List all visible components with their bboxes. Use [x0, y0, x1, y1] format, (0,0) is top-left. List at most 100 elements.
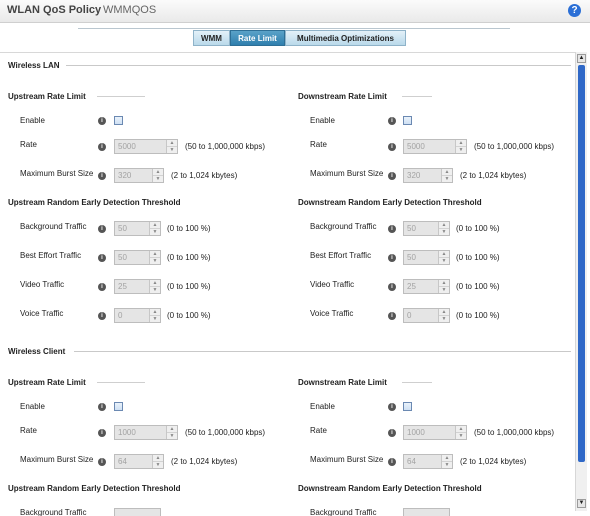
info-icon[interactable]: i	[98, 429, 106, 437]
upstream-rate-limit-title: Upstream Rate Limit	[8, 92, 86, 101]
section-divider	[74, 351, 571, 352]
downstream-rate-spinner[interactable]: 5000 ▲ ▼	[403, 139, 467, 154]
info-icon[interactable]: i	[388, 254, 396, 262]
percent-hint: (0 to 100 %)	[456, 282, 500, 291]
spin-down-icon[interactable]: ▼	[456, 432, 466, 439]
upstream-burst-spinner[interactable]: 320 ▲ ▼	[114, 168, 164, 183]
upstream-background-spinner[interactable]: 50 ▲ ▼	[114, 221, 161, 236]
downstream-background-spinner[interactable]: 50 ▲ ▼	[403, 221, 450, 236]
upstream-voice-spinner[interactable]: 0 ▲ ▼	[114, 308, 161, 323]
background-traffic-label: Background Traffic	[20, 222, 87, 231]
spin-down-icon[interactable]: ▼	[439, 257, 449, 264]
upstream-video-spinner[interactable]: 25 ▲ ▼	[114, 279, 161, 294]
spin-down-icon[interactable]: ▼	[167, 432, 177, 439]
percent-hint: (0 to 100 %)	[167, 282, 211, 291]
upstream-enable-checkbox[interactable]	[114, 116, 123, 125]
client-upstream-enable-checkbox[interactable]	[114, 402, 123, 411]
subsection-divider	[402, 96, 432, 97]
info-icon[interactable]: i	[98, 117, 106, 125]
tab-rate-limit[interactable]: Rate Limit	[230, 30, 285, 46]
client-downstream-rate-spinner[interactable]: 1000 ▲ ▼	[403, 425, 467, 440]
scroll-down-icon[interactable]: ▼	[577, 499, 586, 508]
info-icon[interactable]: i	[388, 172, 396, 180]
subsection-divider	[402, 382, 432, 383]
downstream-voice-spinner[interactable]: 0 ▲ ▼	[403, 308, 450, 323]
spin-down-icon[interactable]: ▼	[439, 228, 449, 235]
spin-down-icon[interactable]: ▼	[439, 286, 449, 293]
subsection-divider	[97, 96, 145, 97]
percent-hint: (0 to 100 %)	[456, 224, 500, 233]
upstream-best-effort-spinner[interactable]: 50 ▲ ▼	[114, 250, 161, 265]
info-icon[interactable]: i	[98, 283, 106, 291]
spinner-buttons: ▲ ▼	[166, 140, 177, 153]
downstream-rate-limit-title: Downstream Rate Limit	[298, 92, 387, 101]
spin-down-icon[interactable]: ▼	[442, 175, 452, 182]
spinner-buttons: ▲ ▼	[438, 280, 449, 293]
spin-down-icon[interactable]: ▼	[439, 315, 449, 322]
client-downstream-enable-checkbox[interactable]	[403, 402, 412, 411]
rate-label: Rate	[310, 140, 327, 149]
info-icon[interactable]: i	[98, 312, 106, 320]
info-icon[interactable]: i	[388, 429, 396, 437]
info-icon[interactable]: i	[388, 143, 396, 151]
info-icon[interactable]: i	[388, 312, 396, 320]
downstream-video-spinner[interactable]: 25 ▲ ▼	[403, 279, 450, 294]
upstream-rate-limit-title: Upstream Rate Limit	[8, 378, 86, 387]
help-icon[interactable]: ?	[568, 4, 581, 17]
info-icon[interactable]: i	[98, 225, 106, 233]
burst-hint: (2 to 1,024 kbytes)	[460, 457, 527, 466]
upstream-red-title: Upstream Random Early Detection Threshol…	[8, 484, 181, 493]
spin-down-icon[interactable]: ▼	[150, 257, 160, 264]
spin-down-icon[interactable]: ▼	[167, 146, 177, 153]
upstream-rate-spinner[interactable]: 5000 ▲ ▼	[114, 139, 178, 154]
info-icon[interactable]: i	[388, 225, 396, 233]
tab-wmm[interactable]: WMM	[193, 30, 230, 46]
downstream-enable-checkbox[interactable]	[403, 116, 412, 125]
downstream-burst-spinner[interactable]: 320 ▲ ▼	[403, 168, 453, 183]
info-icon[interactable]: i	[98, 403, 106, 411]
spinner-value: 64	[118, 457, 127, 466]
voice-traffic-label: Voice Traffic	[20, 309, 64, 318]
info-icon[interactable]: i	[388, 117, 396, 125]
spinner-value: 320	[407, 171, 421, 180]
spin-down-icon[interactable]: ▼	[153, 175, 163, 182]
spinner-buttons: ▲ ▼	[455, 426, 466, 439]
spinner-buttons: ▲ ▼	[438, 309, 449, 322]
info-icon[interactable]: i	[98, 254, 106, 262]
info-icon[interactable]: i	[98, 458, 106, 466]
info-icon[interactable]: i	[98, 172, 106, 180]
rate-label: Rate	[20, 426, 37, 435]
client-downstream-burst-spinner[interactable]: 64 ▲ ▼	[403, 454, 453, 469]
spin-down-icon[interactable]: ▼	[456, 146, 466, 153]
info-icon[interactable]: i	[388, 458, 396, 466]
spinner-buttons: ▲ ▼	[166, 426, 177, 439]
rate-hint: (50 to 1,000,000 kbps)	[474, 142, 555, 151]
scroll-up-icon[interactable]: ▲	[577, 54, 586, 63]
burst-label: Maximum Burst Size	[310, 455, 384, 464]
spin-down-icon[interactable]: ▼	[442, 461, 452, 468]
info-icon[interactable]: i	[98, 143, 106, 151]
spinner-buttons: ▲ ▼	[152, 455, 163, 468]
rate-hint: (50 to 1,000,000 kbps)	[474, 428, 555, 437]
burst-hint: (2 to 1,024 kbytes)	[460, 171, 527, 180]
percent-hint: (0 to 100 %)	[456, 311, 500, 320]
vertical-scrollbar[interactable]: ▲ ▼	[575, 52, 587, 511]
tabs-divider	[78, 28, 510, 29]
downstream-best-effort-spinner[interactable]: 50 ▲ ▼	[403, 250, 450, 265]
info-icon[interactable]: i	[388, 403, 396, 411]
client-upstream-rate-spinner[interactable]: 1000 ▲ ▼	[114, 425, 178, 440]
spin-down-icon[interactable]: ▼	[150, 315, 160, 322]
best-effort-traffic-label: Best Effort Traffic	[20, 251, 82, 260]
spin-down-icon[interactable]: ▼	[153, 461, 163, 468]
spinner-value: 25	[407, 282, 416, 291]
spin-down-icon[interactable]: ▼	[150, 286, 160, 293]
voice-traffic-label: Voice Traffic	[310, 309, 354, 318]
burst-hint: (2 to 1,024 kbytes)	[171, 171, 238, 180]
spinner-buttons: ▲ ▼	[438, 251, 449, 264]
tab-multimedia-optimizations[interactable]: Multimedia Optimizations	[285, 30, 406, 46]
spin-down-icon[interactable]: ▼	[150, 228, 160, 235]
scrollbar-thumb[interactable]	[578, 65, 585, 462]
spinner-buttons: ▲ ▼	[441, 169, 452, 182]
client-upstream-burst-spinner[interactable]: 64 ▲ ▼	[114, 454, 164, 469]
info-icon[interactable]: i	[388, 283, 396, 291]
